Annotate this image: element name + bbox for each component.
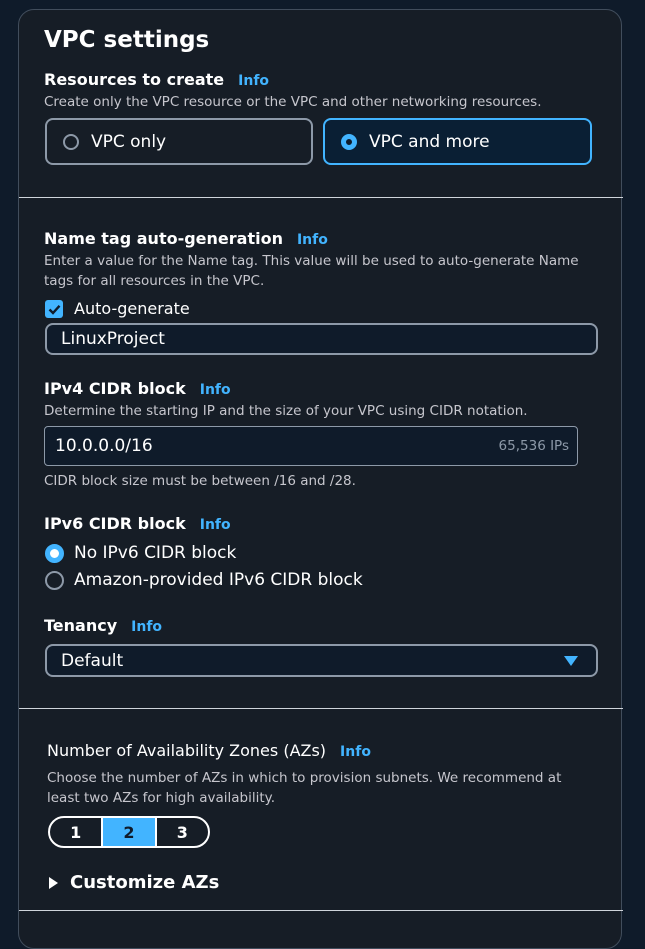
caret-right-icon	[49, 876, 58, 889]
ipv4-constraint: CIDR block size must be between /16 and …	[44, 473, 356, 489]
az-option-3[interactable]: 3	[154, 818, 208, 846]
vpc-and-more-radio[interactable]	[341, 133, 357, 150]
azs-description: Choose the number of AZs in which to pro…	[47, 770, 562, 806]
amazon-ipv6-label: Amazon-provided IPv6 CIDR block	[74, 570, 363, 590]
ipv6-label: IPv6 CIDR block Info	[44, 514, 231, 533]
azs-segmented-control[interactable]: 1 2 3	[48, 816, 210, 848]
ipv4-label: IPv4 CIDR block Info	[44, 379, 231, 398]
no-ipv6-option[interactable]: No IPv6 CIDR block	[45, 543, 236, 563]
azs-info-link[interactable]: Info	[340, 744, 371, 760]
section-divider	[19, 197, 623, 198]
no-ipv6-radio[interactable]	[45, 543, 64, 563]
panel-title: VPC settings	[44, 27, 210, 53]
az-option-2[interactable]: 2	[101, 818, 155, 846]
vpc-and-more-label: VPC and more	[369, 131, 490, 152]
no-ipv6-label: No IPv6 CIDR block	[74, 543, 237, 563]
ipv4-ip-count: 65,536 IPs	[498, 438, 569, 454]
tenancy-selected-value: Default	[61, 650, 124, 671]
az-option-1[interactable]: 1	[50, 818, 101, 846]
vpc-only-radio[interactable]	[63, 133, 79, 150]
azs-label: Number of Availability Zones (AZs) Info	[47, 741, 371, 760]
auto-generate-checkbox[interactable]	[45, 300, 63, 318]
ipv4-cidr-value: 10.0.0.0/16	[55, 436, 153, 456]
tenancy-label: Tenancy Info	[44, 616, 163, 635]
vpc-only-label: VPC only	[91, 131, 167, 152]
customize-azs-expander[interactable]: Customize AZs	[49, 872, 219, 893]
vpc-only-option[interactable]: VPC only	[45, 118, 313, 165]
amazon-ipv6-radio[interactable]	[45, 570, 64, 590]
resources-description: Create only the VPC resource or the VPC …	[44, 94, 542, 110]
section-divider	[19, 708, 623, 709]
amazon-ipv6-option[interactable]: Amazon-provided IPv6 CIDR block	[45, 570, 363, 590]
resources-label: Resources to create Info	[44, 70, 270, 89]
tenancy-select[interactable]: Default	[45, 644, 598, 677]
ipv4-description: Determine the starting IP and the size o…	[44, 403, 528, 419]
name-tag-input[interactable]: LinuxProject	[45, 323, 598, 355]
ipv4-info-link[interactable]: Info	[200, 382, 231, 398]
vpc-and-more-option[interactable]: VPC and more	[323, 118, 592, 165]
name-tag-info-link[interactable]: Info	[297, 232, 328, 248]
section-divider	[19, 910, 623, 911]
name-tag-label: Name tag auto-generation Info	[44, 229, 328, 248]
check-icon	[48, 304, 60, 315]
auto-generate-label: Auto-generate	[74, 299, 190, 318]
name-tag-description: Enter a value for the Name tag. This val…	[44, 253, 579, 289]
ipv4-cidr-input[interactable]: 10.0.0.0/16 65,536 IPs	[44, 426, 578, 466]
caret-down-icon	[564, 656, 578, 666]
resources-info-link[interactable]: Info	[238, 73, 269, 89]
ipv6-info-link[interactable]: Info	[200, 517, 231, 533]
tenancy-info-link[interactable]: Info	[131, 619, 162, 635]
vpc-settings-panel: VPC settings Resources to create Info Cre…	[18, 9, 623, 949]
customize-azs-label: Customize AZs	[70, 872, 220, 893]
